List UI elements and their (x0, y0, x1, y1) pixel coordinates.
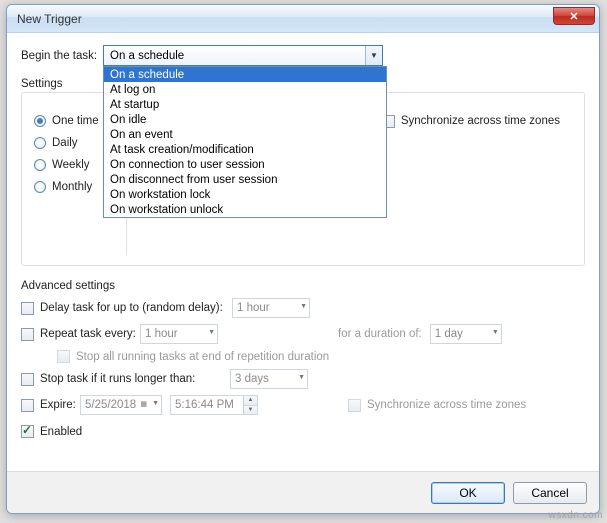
begin-task-selected: On a schedule (110, 50, 184, 62)
stop-end-checkbox (57, 350, 70, 363)
dropdown-option[interactable]: On disconnect from user session (104, 172, 386, 187)
watermark: wsxdn.com (548, 510, 603, 521)
dropdown-option[interactable]: At task creation/modification (104, 142, 386, 157)
dialog-window: New Trigger ✕ Begin the task: On a sched… (6, 4, 600, 514)
chevron-down-icon: ▼ (208, 329, 215, 336)
delay-checkbox[interactable] (21, 302, 34, 315)
expire-label: Expire: (40, 399, 80, 411)
stopif-value-field[interactable]: 3 days ▼ (230, 369, 308, 389)
stopif-value: 3 days (235, 373, 269, 385)
delay-value: 1 hour (237, 302, 270, 314)
enabled-label: Enabled (40, 426, 82, 438)
begin-task-option-list: On a schedule At log on At startup On id… (103, 66, 387, 218)
ok-button-label: OK (459, 486, 476, 500)
dropdown-option[interactable]: At log on (104, 82, 386, 97)
repeat-checkbox[interactable] (21, 328, 34, 341)
sync-tz-label: Synchronize across time zones (401, 115, 560, 127)
radio-label: One time (52, 115, 99, 127)
radio-icon (34, 181, 46, 193)
repeat-label: Repeat task every: (40, 328, 140, 340)
radio-label: Monthly (52, 181, 92, 193)
stop-end-label: Stop all running tasks at end of repetit… (76, 351, 329, 363)
begin-task-label: Begin the task: (21, 50, 103, 62)
chevron-down-icon: ▼ (300, 303, 307, 310)
expire-time: 5:16:44 PM (175, 399, 234, 411)
radio-icon (34, 159, 46, 171)
cancel-button-label: Cancel (531, 486, 568, 500)
calendar-icon: ▦ (140, 400, 147, 408)
stopif-label: Stop task if it runs longer than: (40, 373, 230, 385)
expire-date: 5/25/2018 (85, 399, 136, 411)
radio-icon (34, 115, 46, 127)
cancel-button[interactable]: Cancel (513, 482, 587, 504)
close-icon: ✕ (569, 10, 578, 23)
expire-checkbox[interactable] (21, 399, 34, 412)
stopif-checkbox[interactable] (21, 373, 34, 386)
expire-sync-tz-label: Synchronize across time zones (367, 399, 526, 411)
content-area: Begin the task: On a schedule ▼ On a sch… (7, 33, 599, 438)
ok-button[interactable]: OK (431, 482, 505, 504)
radio-label: Daily (52, 137, 78, 149)
dropdown-option[interactable]: At startup (104, 97, 386, 112)
chevron-down-icon: ▼ (492, 329, 499, 336)
chevron-down-icon: ▼ (365, 46, 382, 65)
delay-value-field[interactable]: 1 hour ▼ (232, 298, 310, 318)
begin-task-dropdown[interactable]: On a schedule ▼ On a schedule At log on … (103, 45, 383, 66)
delay-label: Delay task for up to (random delay): (40, 302, 232, 314)
repeat-value: 1 hour (145, 328, 178, 340)
dialog-footer: OK Cancel (7, 471, 599, 513)
spinner-icon[interactable]: ▲▼ (243, 396, 257, 414)
window-title: New Trigger (13, 12, 82, 26)
chevron-down-icon: ▼ (152, 400, 159, 407)
titlebar: New Trigger ✕ (7, 5, 599, 33)
dropdown-option[interactable]: On idle (104, 112, 386, 127)
dropdown-option[interactable]: On connection to user session (104, 157, 386, 172)
settings-label: Settings (21, 74, 85, 90)
repeat-value-field[interactable]: 1 hour ▼ (140, 324, 218, 344)
expire-time-field[interactable]: 5:16:44 PM ▲▼ (170, 395, 258, 415)
expire-sync-tz-checkbox (348, 399, 361, 412)
repeat-duration-field[interactable]: 1 day ▼ (430, 324, 502, 344)
dropdown-option[interactable]: On workstation unlock (104, 202, 386, 217)
begin-task-field[interactable]: On a schedule ▼ (103, 45, 383, 66)
dropdown-option[interactable]: On workstation lock (104, 187, 386, 202)
dropdown-option[interactable]: On an event (104, 127, 386, 142)
repeat-duration-value: 1 day (435, 328, 463, 340)
enabled-checkbox[interactable] (21, 425, 34, 438)
radio-icon (34, 137, 46, 149)
advanced-settings-title: Advanced settings (21, 280, 585, 292)
dropdown-option[interactable]: On a schedule (104, 67, 386, 82)
expire-date-field[interactable]: 5/25/2018 ▦ ▼ (80, 395, 162, 415)
repeat-duration-label: for a duration of: (338, 328, 422, 340)
radio-label: Weekly (52, 159, 90, 171)
close-button[interactable]: ✕ (553, 7, 595, 25)
chevron-down-icon: ▼ (298, 374, 305, 381)
